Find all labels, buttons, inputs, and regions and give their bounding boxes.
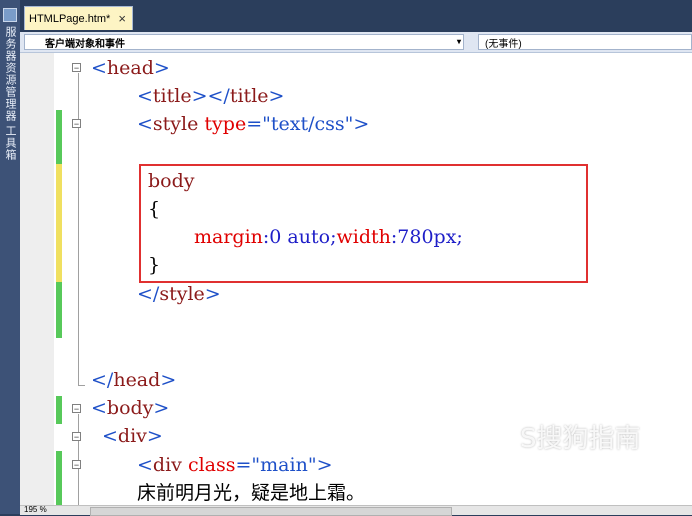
- collapse-icon[interactable]: −: [72, 119, 81, 129]
- server-explorer-tab[interactable]: 服务器资源管理器: [2, 26, 18, 122]
- events-dropdown[interactable]: (无事件): [478, 34, 692, 50]
- code-line: <title></title>: [137, 85, 285, 107]
- watermark-logo: S搜狗指南: [520, 424, 641, 454]
- chevron-down-icon: ▾: [456, 37, 461, 46]
- events-label: (无事件): [485, 38, 522, 50]
- document-tabs: HTMLPage.htm* ×: [20, 0, 692, 32]
- client-objects-label: 客户端对象和事件: [45, 38, 125, 50]
- collapse-icon[interactable]: −: [72, 432, 81, 442]
- line-gutter: [20, 53, 54, 514]
- watermark-url: zhinan.sogou.com: [518, 468, 628, 482]
- horizontal-scrollbar[interactable]: [90, 507, 452, 516]
- toolbox-tab[interactable]: 工具箱: [2, 125, 18, 161]
- code-line: <div>: [102, 425, 163, 447]
- change-bar-unsaved: [56, 164, 62, 282]
- outline-end: [78, 385, 85, 386]
- tab-htmlpage[interactable]: HTMLPage.htm* ×: [24, 6, 133, 30]
- code-line: <head>: [91, 57, 170, 79]
- zoom-level[interactable]: 195 %: [24, 505, 47, 514]
- change-bar-saved: [56, 282, 62, 338]
- server-explorer-icon[interactable]: [3, 8, 17, 22]
- tab-label: HTMLPage.htm*: [29, 12, 111, 25]
- change-bar-saved: [56, 110, 62, 164]
- code-line: <div class="main">: [137, 454, 333, 476]
- code-line: </style>: [137, 283, 221, 305]
- change-bar-saved: [56, 396, 62, 424]
- collapse-icon[interactable]: −: [72, 404, 81, 414]
- navigation-bar: 客户端对象和事件 ▾ (无事件): [20, 32, 692, 53]
- code-line: <body>: [91, 397, 170, 419]
- side-panel: 服务器资源管理器 工具箱: [0, 0, 20, 514]
- text-content: 床前明月光，疑是地上霜。: [137, 482, 366, 504]
- code-line: <style type="text/css">: [137, 113, 370, 135]
- code-line: </head>: [91, 369, 177, 391]
- collapse-icon[interactable]: −: [72, 63, 81, 73]
- client-objects-dropdown[interactable]: 客户端对象和事件 ▾: [24, 34, 464, 50]
- highlight-box: [139, 164, 588, 283]
- collapse-icon[interactable]: −: [72, 460, 81, 470]
- close-icon[interactable]: ×: [118, 11, 126, 26]
